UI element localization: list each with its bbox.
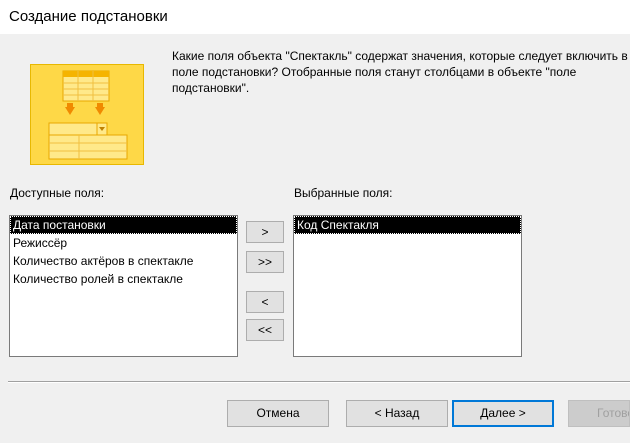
remove-all-button[interactable]: << <box>246 319 284 341</box>
next-button-label: Далее > <box>480 406 526 420</box>
add-one-button[interactable]: > <box>246 221 284 243</box>
finish-button[interactable]: Готово <box>568 400 630 427</box>
separator <box>8 381 630 383</box>
list-item[interactable]: Количество ролей в спектакле <box>10 270 237 288</box>
window-title: Создание подстановки <box>9 8 168 25</box>
back-button-label: < Назад <box>374 406 420 420</box>
wizard-description: Какие поля объекта "Спектакль" содержат … <box>172 49 628 95</box>
list-item[interactable]: Дата постановки <box>10 216 237 234</box>
remove-one-button[interactable]: < <box>246 291 284 313</box>
title-bar: Создание подстановки <box>0 0 630 34</box>
available-fields-label: Доступные поля: <box>10 186 105 200</box>
next-button[interactable]: Далее > <box>452 400 554 427</box>
available-fields-list[interactable]: Дата постановки Режиссёр Количество актё… <box>9 215 238 357</box>
add-all-button[interactable]: >> <box>246 251 284 273</box>
back-button[interactable]: < Назад <box>346 400 448 427</box>
lookup-table-icon <box>48 70 128 160</box>
cancel-button[interactable]: Отмена <box>227 400 329 427</box>
list-item[interactable]: Количество актёров в спектакле <box>10 252 237 270</box>
list-item[interactable]: Код Спектакля <box>294 216 521 234</box>
selected-fields-list[interactable]: Код Спектакля <box>293 215 522 357</box>
wizard-illustration <box>30 64 144 165</box>
list-item[interactable]: Режиссёр <box>10 234 237 252</box>
selected-fields-label: Выбранные поля: <box>294 186 393 200</box>
